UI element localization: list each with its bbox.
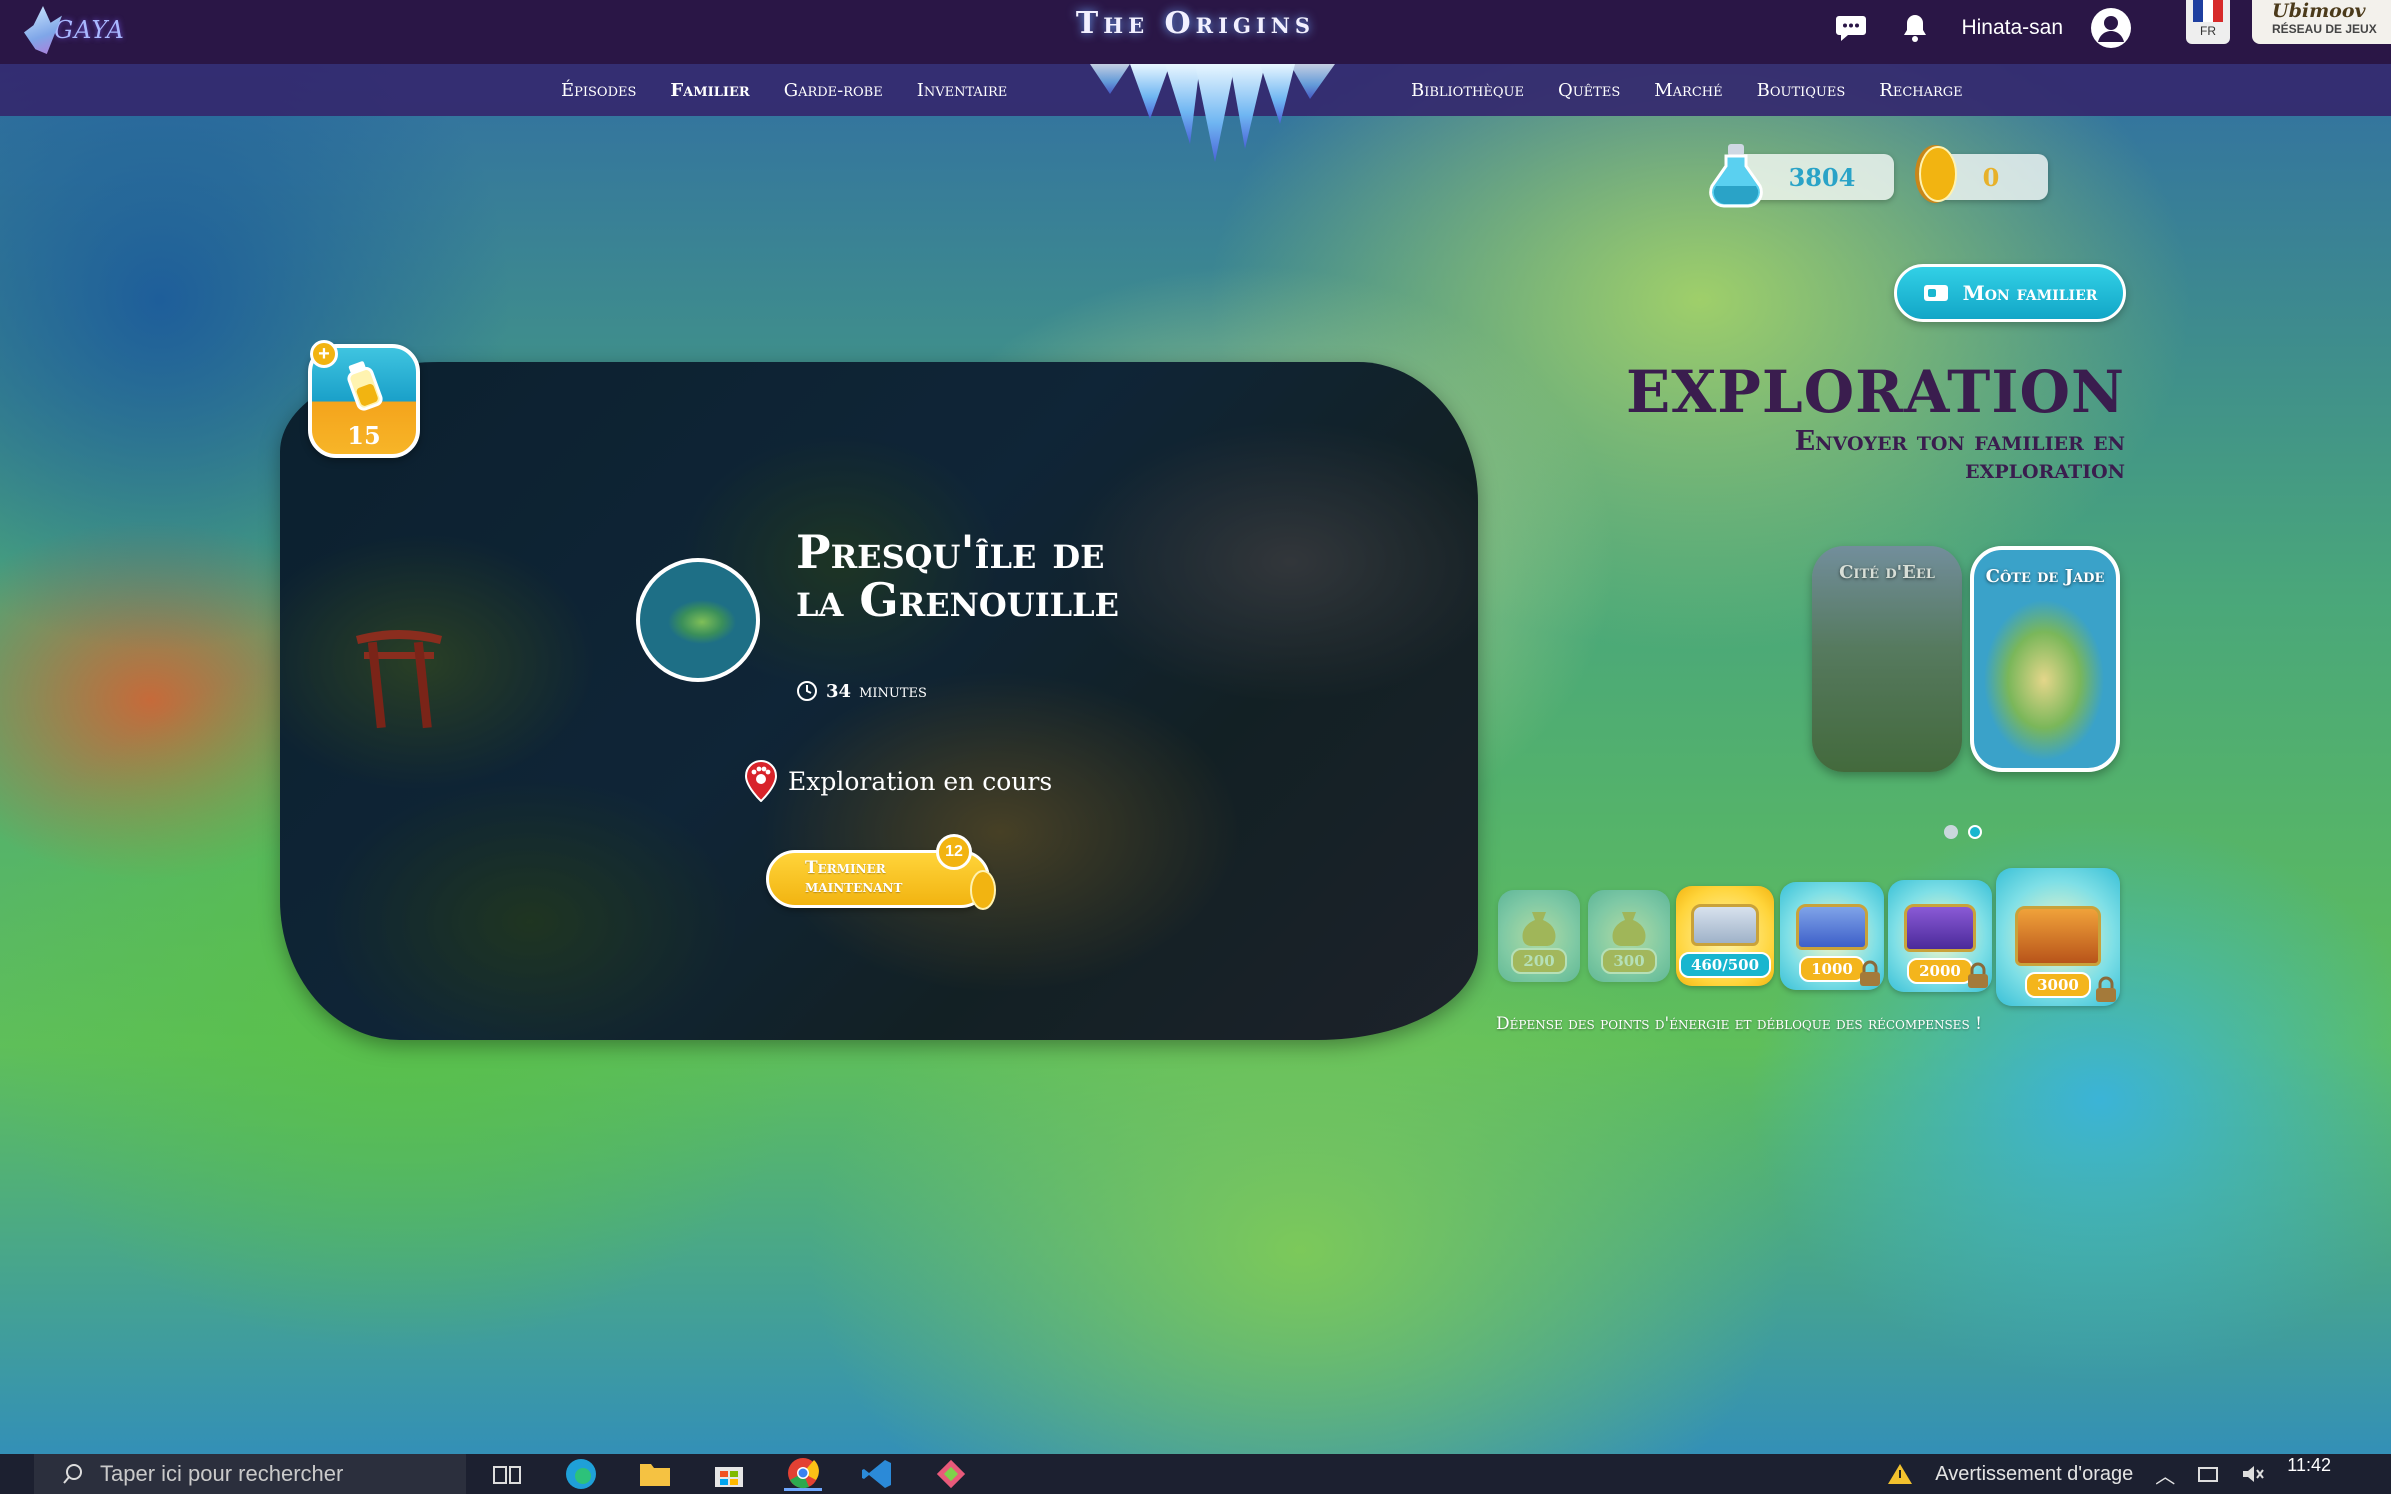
user-avatar-icon[interactable] <box>2091 8 2131 48</box>
location-label: Cité d'Eel <box>1839 562 1935 583</box>
exploration-subtitle: Envoyer ton familier en exploration <box>1794 426 2125 485</box>
add-energy-button[interactable]: + <box>310 340 338 368</box>
carousel-dot-1[interactable] <box>1944 825 1958 839</box>
nav-item-familier[interactable]: Familier <box>670 80 749 101</box>
nav-item-garde-robe[interactable]: Garde-robe <box>784 80 883 101</box>
coin-bag-icon <box>1522 912 1556 947</box>
location-thumbnail <box>636 558 760 682</box>
reward-tier-3000[interactable]: 3000 <box>1996 868 2120 1006</box>
lock-icon <box>2096 976 2116 1002</box>
nav-item-quetes[interactable]: Quêtes <box>1558 80 1620 101</box>
gems-value: 3804 <box>1788 162 1856 192</box>
language-label: FR <box>2200 24 2216 38</box>
task-view-icon[interactable] <box>488 1457 526 1491</box>
bell-icon[interactable] <box>1897 10 1933 46</box>
lock-icon <box>1860 960 1880 986</box>
mon-familier-label: Mon familier <box>1962 281 2098 305</box>
system-tray: Avertissement d'orage ︿ 11:42 <box>1887 1454 2391 1494</box>
nav-item-marche[interactable]: Marché <box>1654 80 1722 101</box>
clock[interactable]: 11:42 <box>2287 1455 2331 1476</box>
language-selector[interactable]: FR <box>2186 0 2230 44</box>
nav-item-episodes[interactable]: Épisodes <box>561 80 636 101</box>
reward-tier-1000[interactable]: 1000 <box>1780 882 1884 990</box>
chrome-icon[interactable] <box>784 1457 822 1491</box>
finish-button-label: Terminer maintenant <box>805 858 903 897</box>
start-button-icon[interactable] <box>0 1454 24 1494</box>
finish-cost-badge: 12 <box>936 834 972 870</box>
vscode-icon[interactable] <box>858 1457 896 1491</box>
nav-item-inventaire[interactable]: Inventaire <box>917 80 1008 101</box>
volume-muted-icon[interactable] <box>2241 1464 2265 1484</box>
gold-coin-icon <box>970 870 996 910</box>
reward-tier-500[interactable]: 460/500 <box>1676 886 1774 986</box>
reward-value: 300 <box>1601 948 1657 974</box>
potion-icon <box>1709 144 1763 208</box>
tray-chevron-icon[interactable]: ︿ <box>2155 1460 2175 1489</box>
crystal-emblem-icon <box>1090 64 1335 162</box>
nav-item-boutiques[interactable]: Boutiques <box>1757 80 1846 101</box>
reward-tier-300[interactable]: 300 <box>1588 890 1670 982</box>
file-explorer-icon[interactable] <box>636 1457 674 1491</box>
store-icon[interactable] <box>710 1457 748 1491</box>
reward-tier-200[interactable]: 200 <box>1498 890 1580 982</box>
mon-familier-button[interactable]: Mon familier <box>1894 264 2126 322</box>
edge-browser-icon[interactable] <box>562 1457 600 1491</box>
exploration-map-card: Presqu'île de la Grenouille 34 minutes E… <box>280 362 1478 1040</box>
reward-tier-2000[interactable]: 2000 <box>1888 880 1992 992</box>
reward-value: 1000 <box>1799 956 1865 982</box>
blue-chest-icon <box>1795 904 1869 950</box>
location-card-cite-deel[interactable]: Cité d'Eel <box>1812 546 1962 772</box>
user-area: Hinata-san <box>1833 6 2131 50</box>
pet-card-icon <box>1923 285 1948 301</box>
windows-taskbar: Taper ici pour rechercher Avertissement … <box>0 1454 2391 1494</box>
nav-item-bibliotheque[interactable]: Bibliothèque <box>1411 80 1524 101</box>
reward-progress: 460/500 <box>1678 952 1772 978</box>
search-icon <box>63 1464 82 1484</box>
search-placeholder: Taper ici pour rechercher <box>100 1461 344 1486</box>
taskbar-apps <box>488 1457 970 1491</box>
taskbar-search[interactable]: Taper ici pour rechercher <box>34 1454 466 1494</box>
reward-value: 200 <box>1511 948 1567 974</box>
nav-right-group: Bibliothèque Quêtes Marché Boutiques Rec… <box>1411 64 1963 116</box>
partner-subtitle: RÉSEAU DE JEUX <box>2272 22 2377 36</box>
duration-value: 34 <box>826 680 852 702</box>
torii-gate-icon <box>356 630 442 729</box>
purple-chest-icon <box>1903 904 1977 952</box>
weather-alert[interactable]: Avertissement d'orage <box>1935 1463 2133 1486</box>
carousel-dots <box>1944 825 1982 839</box>
exploration-status: Exploration en cours <box>744 760 1052 802</box>
status-text: Exploration en cours <box>788 766 1053 796</box>
rewards-caption: Dépense des points d'énergie et débloque… <box>1496 1014 1982 1034</box>
exploration-duration: 34 minutes <box>796 680 927 702</box>
carousel-dot-2[interactable] <box>1968 825 1982 839</box>
lock-icon <box>1968 962 1988 988</box>
location-label: Côte de Jade <box>1985 566 2105 587</box>
partner-logo[interactable]: Ubimoov RÉSEAU DE JEUX <box>2252 0 2391 44</box>
coins-value: 0 <box>1982 162 2000 192</box>
username[interactable]: Hinata-san <box>1961 16 2063 40</box>
clock-icon <box>797 681 817 701</box>
duration-unit: minutes <box>859 680 927 702</box>
reward-value: 2000 <box>1907 958 1973 984</box>
paw-pin-icon <box>744 760 778 802</box>
coin-bag-icon <box>1612 912 1646 947</box>
gold-coin-icon <box>1915 145 1957 203</box>
french-flag-icon <box>2193 0 2223 22</box>
app-tool-icon[interactable] <box>932 1457 970 1491</box>
nav-item-recharge[interactable]: Recharge <box>1879 80 1962 101</box>
network-icon[interactable] <box>2197 1464 2219 1484</box>
location-name: Presqu'île de la Grenouille <box>796 525 1120 627</box>
chat-icon[interactable] <box>1833 10 1869 46</box>
nav-left-group: Épisodes Familier Garde-robe Inventaire <box>561 64 1007 116</box>
silver-chest-icon <box>1690 903 1760 946</box>
partner-brand: Ubimoov <box>2272 0 2366 22</box>
top-bar: GAYA The Origins Hinata-san FR Ubimoov R… <box>0 0 2391 64</box>
warning-icon <box>1888 1464 1913 1484</box>
exploration-title: EXPLORATION <box>1626 358 2125 426</box>
reward-value: 3000 <box>2025 972 2091 998</box>
location-card-cote-de-jade[interactable]: Côte de Jade <box>1970 546 2120 772</box>
gold-chest-icon <box>2014 906 2102 966</box>
